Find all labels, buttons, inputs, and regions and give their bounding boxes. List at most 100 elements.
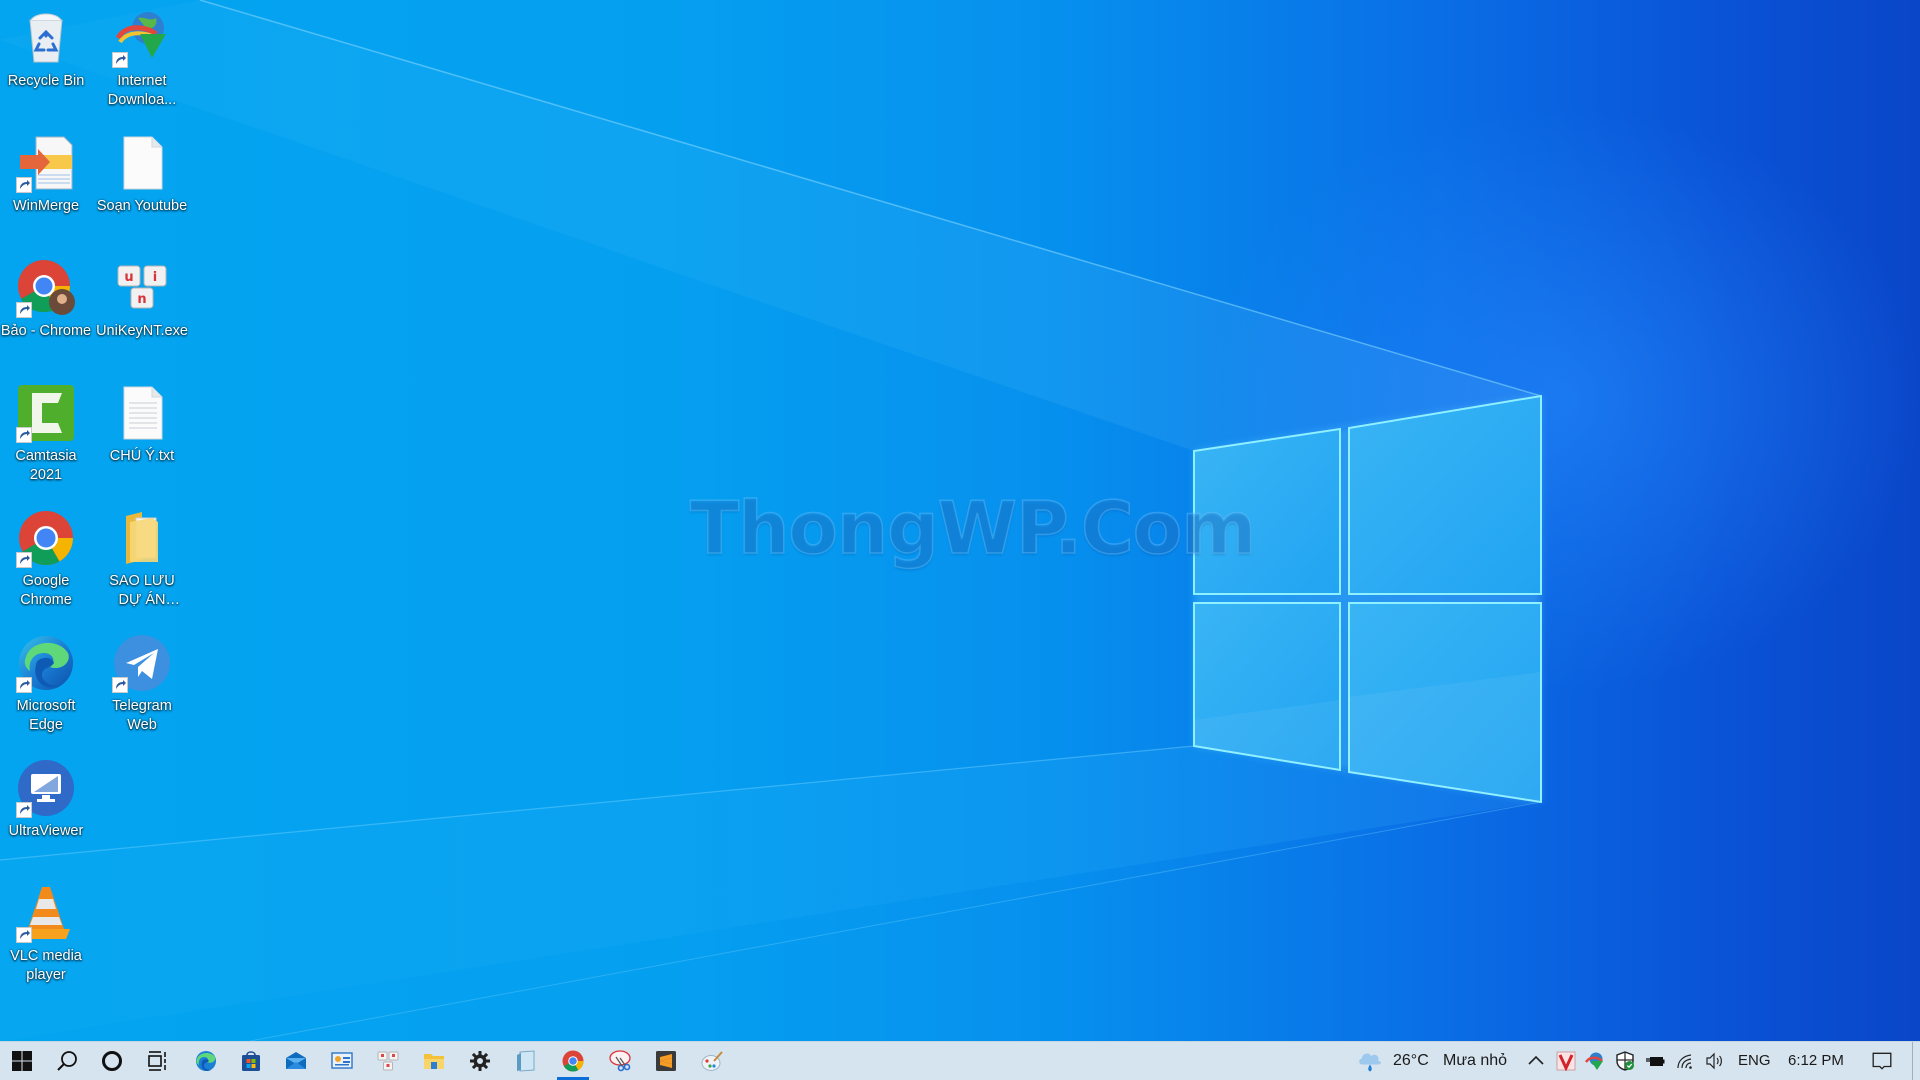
shortcut-arrow-icon bbox=[16, 802, 32, 818]
desktop-icon-label: CHÚ Ý.txt bbox=[109, 448, 175, 464]
desktop-icon-label: WinMerge bbox=[12, 198, 80, 214]
folder-icon bbox=[126, 512, 158, 564]
desktop-icon-ultraviewer[interactable]: UltraViewer bbox=[0, 758, 92, 841]
taskbar-app-sublime-text[interactable] bbox=[644, 1042, 688, 1080]
tray-volume[interactable] bbox=[1703, 1042, 1727, 1080]
taskbar-app-settings[interactable] bbox=[458, 1042, 502, 1080]
taskbar-app-control-panel[interactable] bbox=[320, 1042, 364, 1080]
recycle-bin-icon bbox=[29, 13, 63, 63]
windows-security-icon bbox=[1616, 1051, 1634, 1071]
show-hidden-icons-button[interactable] bbox=[1524, 1042, 1548, 1080]
paint-icon bbox=[701, 1051, 723, 1071]
desktop-icon-label: Telegram Web bbox=[112, 698, 172, 733]
shortcut-arrow-icon bbox=[16, 177, 32, 193]
taskbar-app-file-explorer[interactable] bbox=[412, 1042, 456, 1080]
taskbar-app-paint[interactable] bbox=[690, 1042, 734, 1080]
desktop-icon-label: Recycle Bin bbox=[7, 73, 85, 89]
shortcut-arrow-icon bbox=[16, 427, 32, 443]
svg-text:i: i bbox=[153, 270, 157, 285]
desktop-icon-google-chrome[interactable]: Google Chrome bbox=[0, 508, 92, 610]
language-indicator[interactable]: ENG bbox=[1738, 1042, 1771, 1080]
desktop-icon-label: UltraViewer bbox=[8, 823, 84, 839]
unikey-icon bbox=[377, 1051, 399, 1071]
search-button[interactable] bbox=[45, 1042, 89, 1080]
desktop-icon-label: Microsoft Edge bbox=[16, 698, 76, 733]
tray-windows-security[interactable] bbox=[1613, 1042, 1637, 1080]
sublime-text-icon bbox=[656, 1051, 676, 1071]
shortcut-arrow-icon bbox=[112, 52, 128, 68]
clock[interactable]: 6:12 PM bbox=[1788, 1042, 1844, 1080]
action-center-button[interactable] bbox=[1864, 1042, 1900, 1080]
edge-icon bbox=[196, 1051, 216, 1071]
tray-battery[interactable] bbox=[1643, 1042, 1667, 1080]
desktop-icon-sao-luu-du-an-youtube[interactable]: SAO LƯU DỰ ÁN YOUTUBE bbox=[96, 508, 188, 610]
desktop-icon-recycle-bin[interactable]: Recycle Bin bbox=[0, 8, 92, 91]
weather-rain-cloud-icon bbox=[1359, 1053, 1381, 1072]
desktop-icon-unikey[interactable]: u i n UniKeyNT.exe bbox=[96, 258, 188, 341]
chevron-up-icon bbox=[1528, 1055, 1544, 1065]
desktop-icon-vlc-media-player[interactable]: VLC media player bbox=[0, 883, 92, 985]
taskbar-app-google-chrome[interactable] bbox=[551, 1042, 595, 1080]
cortana-button[interactable] bbox=[90, 1042, 134, 1080]
shortcut-arrow-icon bbox=[16, 302, 32, 318]
desktop-icon-microsoft-edge[interactable]: Microsoft Edge bbox=[0, 633, 92, 735]
snipping-tool-icon bbox=[609, 1050, 631, 1072]
show-desktop-button[interactable] bbox=[1912, 1042, 1913, 1080]
desktop-icon-chu-y-txt[interactable]: CHÚ Ý.txt bbox=[96, 383, 188, 466]
mail-icon bbox=[286, 1052, 306, 1069]
notepad-icon bbox=[517, 1050, 535, 1072]
unikey-icon: u i n bbox=[117, 265, 167, 309]
volume-icon bbox=[1706, 1052, 1722, 1070]
notification-icon bbox=[1872, 1052, 1892, 1070]
task-view-button[interactable] bbox=[135, 1042, 179, 1080]
blank-file-icon bbox=[123, 136, 163, 190]
watermark-text: ThongWP.Com bbox=[689, 486, 1257, 570]
chrome-icon bbox=[562, 1050, 584, 1072]
task-view-icon bbox=[148, 1051, 166, 1071]
shortcut-arrow-icon bbox=[16, 552, 32, 568]
desktop-icon-telegram-web[interactable]: Telegram Web bbox=[96, 633, 188, 735]
desktop-icon-label: Bảo - Chrome bbox=[0, 323, 92, 339]
windows-start-icon bbox=[12, 1051, 32, 1071]
svg-text:n: n bbox=[137, 292, 146, 307]
start-button[interactable] bbox=[0, 1042, 44, 1080]
desktop-icon-label: Camtasia 2021 bbox=[15, 448, 77, 483]
control-panel-icon bbox=[331, 1052, 353, 1069]
desktop[interactable]: ThongWP.Com Recycle Bin Internet Downloa… bbox=[0, 0, 1920, 1041]
text-file-icon bbox=[123, 386, 163, 440]
shortcut-arrow-icon bbox=[16, 677, 32, 693]
weather-description[interactable]: Mưa nhỏ bbox=[1443, 1042, 1507, 1080]
svg-text:u: u bbox=[124, 270, 133, 285]
taskbar-app-notepad[interactable] bbox=[504, 1042, 548, 1080]
desktop-icon-camtasia[interactable]: Camtasia 2021 bbox=[0, 383, 92, 485]
cortana-icon bbox=[102, 1051, 122, 1071]
desktop-icon-label: Soạn Youtube bbox=[96, 198, 188, 214]
taskbar-app-unikey[interactable] bbox=[366, 1042, 410, 1080]
desktop-icon-label: UniKeyNT.exe bbox=[96, 323, 188, 339]
tray-v-antivirus[interactable] bbox=[1554, 1042, 1578, 1080]
tray-wifi[interactable] bbox=[1673, 1042, 1697, 1080]
weather-temperature[interactable]: 26°C bbox=[1393, 1042, 1429, 1080]
weather-widget[interactable] bbox=[1352, 1042, 1388, 1080]
taskbar-app-microsoft-store[interactable] bbox=[229, 1042, 273, 1080]
taskbar: 26°C Mưa nhỏ ENG 6:12 PM bbox=[0, 1041, 1920, 1080]
desktop-icon-internet-download-manager[interactable]: Internet Downloa... bbox=[96, 8, 188, 110]
v-antivirus-icon bbox=[1556, 1051, 1576, 1071]
desktop-icon-soan-youtube[interactable]: Soạn Youtube bbox=[96, 133, 188, 216]
tray-internet-download-manager[interactable] bbox=[1583, 1042, 1607, 1080]
store-icon bbox=[242, 1051, 260, 1071]
desktop-icon-label: SAO LƯU DỰ ÁN YOUTUBE bbox=[109, 573, 175, 608]
desktop-icon-winmerge[interactable]: WinMerge bbox=[0, 133, 92, 216]
shortcut-arrow-icon bbox=[16, 927, 32, 943]
battery-charging-icon bbox=[1646, 1057, 1665, 1066]
taskbar-app-mail[interactable] bbox=[274, 1042, 318, 1080]
desktop-icon-bao-chrome[interactable]: Bảo - Chrome bbox=[0, 258, 92, 341]
desktop-icon-label: VLC media player bbox=[10, 948, 82, 983]
wifi-icon bbox=[1677, 1054, 1692, 1069]
taskbar-app-microsoft-edge[interactable] bbox=[184, 1042, 228, 1080]
shortcut-arrow-icon bbox=[112, 677, 128, 693]
taskbar-app-snipping-tool[interactable] bbox=[598, 1042, 642, 1080]
gear-icon bbox=[470, 1051, 490, 1071]
desktop-icon-label: Google Chrome bbox=[20, 573, 72, 608]
desktop-icon-label: Internet Downloa... bbox=[107, 73, 177, 108]
